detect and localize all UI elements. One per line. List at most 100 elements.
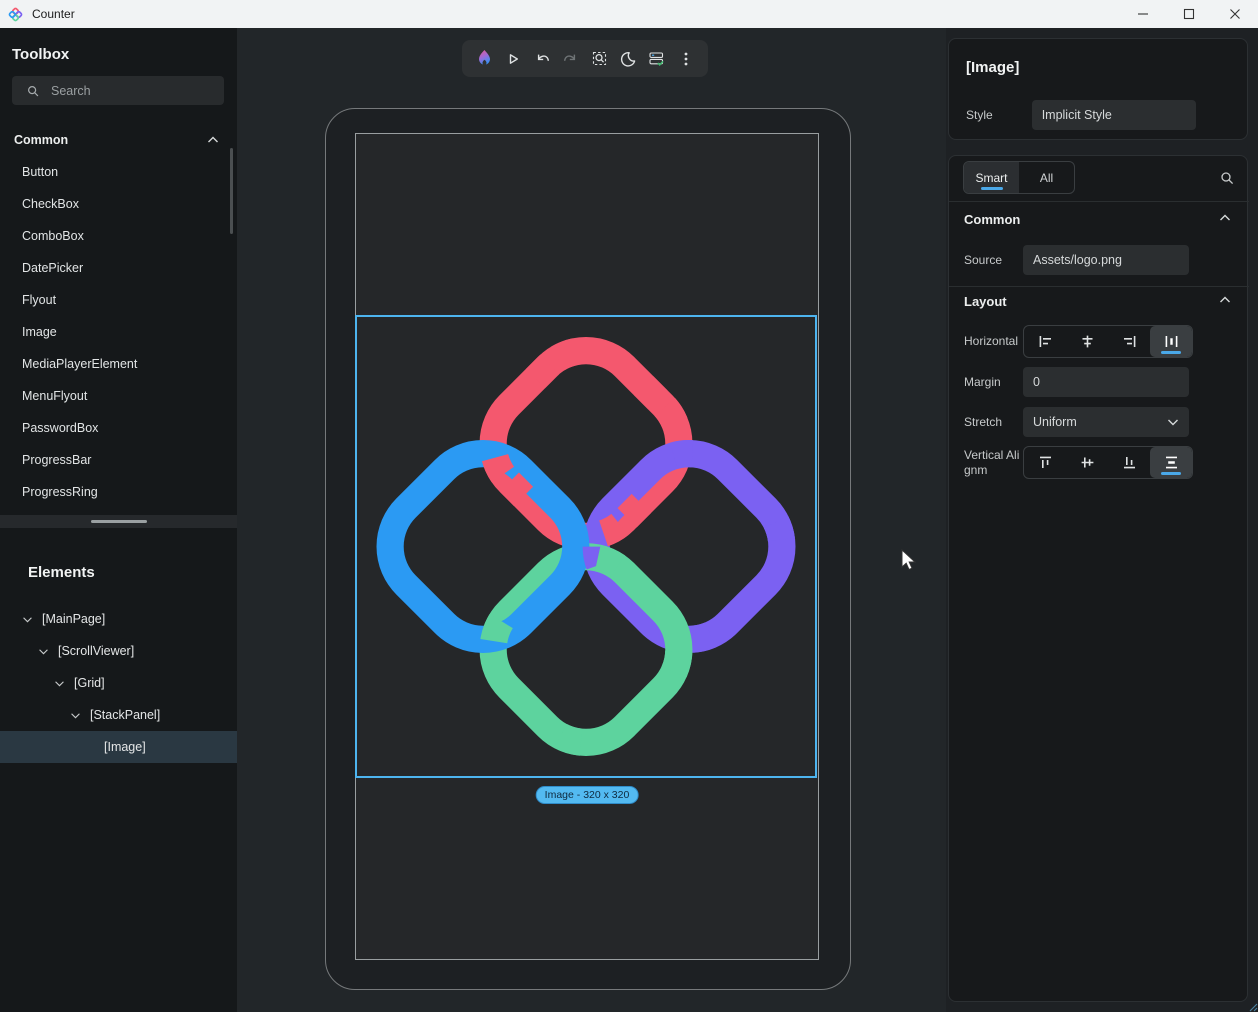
redo-icon[interactable] bbox=[559, 47, 583, 71]
resize-grip-icon[interactable] bbox=[1246, 1000, 1258, 1012]
source-field[interactable]: Assets/logo.png bbox=[1023, 245, 1189, 275]
maximize-button[interactable] bbox=[1166, 0, 1212, 28]
tree-item-stackpanel[interactable]: [StackPanel] bbox=[0, 699, 237, 731]
chevron-down-icon[interactable] bbox=[70, 712, 81, 719]
margin-field[interactable]: 0 bbox=[1023, 367, 1189, 397]
vertical-alignment-row: Vertical Alignm bbox=[964, 446, 1234, 479]
toolbox-item-list: Button CheckBox ComboBox DatePicker Flyo… bbox=[0, 156, 237, 508]
image-selection-box[interactable] bbox=[355, 315, 817, 778]
align-center-vertical-icon bbox=[1079, 454, 1096, 471]
chevron-down-icon[interactable] bbox=[22, 616, 33, 623]
toolbox-item-datepicker[interactable]: DatePicker bbox=[0, 252, 237, 284]
undo-icon[interactable] bbox=[530, 47, 554, 71]
tree-item-grid[interactable]: [Grid] bbox=[0, 667, 237, 699]
tab-all[interactable]: All bbox=[1019, 162, 1074, 193]
source-row: Source Assets/logo.png bbox=[964, 245, 1234, 275]
layout-section-header[interactable]: Layout bbox=[964, 294, 1007, 309]
device-screen[interactable]: Image - 320 x 320 bbox=[355, 133, 819, 960]
vertical-alignment-control bbox=[1023, 446, 1193, 479]
tree-item-scrollviewer[interactable]: [ScrollViewer] bbox=[0, 635, 237, 667]
tab-smart[interactable]: Smart bbox=[964, 162, 1019, 193]
align-right-button[interactable] bbox=[1108, 326, 1150, 357]
theme-moon-icon[interactable] bbox=[616, 47, 640, 71]
close-button[interactable] bbox=[1212, 0, 1258, 28]
toolbox-item-checkbox[interactable]: CheckBox bbox=[0, 188, 237, 220]
toolbox-item-menuflyout[interactable]: MenuFlyout bbox=[0, 380, 237, 412]
properties-search-icon[interactable] bbox=[1219, 170, 1235, 186]
align-left-button[interactable] bbox=[1024, 326, 1066, 357]
align-bottom-icon bbox=[1121, 454, 1138, 471]
toolbox-section-common[interactable]: Common bbox=[0, 126, 237, 154]
device-frame: Image - 320 x 320 bbox=[325, 108, 851, 990]
stretch-horizontal-button[interactable] bbox=[1150, 326, 1192, 357]
vertical-alignment-label: Vertical Alignm bbox=[964, 448, 1023, 478]
properties-panel: [Image] Style Implicit Style Smart All bbox=[946, 28, 1258, 1012]
window-title: Counter bbox=[32, 7, 75, 21]
mouse-cursor bbox=[898, 548, 920, 572]
align-bottom-button[interactable] bbox=[1108, 447, 1150, 478]
search-icon bbox=[26, 84, 40, 98]
elements-panel: Elements [MainPage] [ScrollViewer] [Grid… bbox=[0, 528, 237, 1012]
toolbox-item-passwordbox[interactable]: PasswordBox bbox=[0, 412, 237, 444]
tree-item-mainpage[interactable]: [MainPage] bbox=[0, 603, 237, 635]
properties-tab-control: Smart All bbox=[963, 161, 1075, 194]
zoom-selection-icon[interactable] bbox=[587, 47, 611, 71]
selected-indicator bbox=[1161, 351, 1181, 354]
align-top-icon bbox=[1037, 454, 1054, 471]
selected-element-title: [Image] bbox=[966, 59, 1019, 76]
style-field[interactable]: Implicit Style bbox=[1032, 100, 1196, 130]
tree-item-image-selected[interactable]: [Image] bbox=[0, 731, 237, 763]
stretch-row: Stretch Uniform bbox=[964, 407, 1234, 437]
toolbox-panel: Toolbox Common Button CheckBox ComboBox … bbox=[0, 28, 237, 515]
toolbox-title: Toolbox bbox=[12, 46, 69, 63]
chevron-down-icon[interactable] bbox=[38, 648, 49, 655]
chevron-down-icon bbox=[1167, 418, 1179, 426]
toolbox-search-input[interactable] bbox=[51, 84, 201, 98]
common-section-header[interactable]: Common bbox=[964, 212, 1020, 227]
elements-title: Elements bbox=[28, 564, 95, 581]
style-label: Style bbox=[966, 108, 993, 122]
design-checklist-icon[interactable] bbox=[645, 47, 669, 71]
design-canvas[interactable]: Image - 320 x 320 bbox=[237, 28, 946, 1012]
stretch-label: Stretch bbox=[964, 415, 1023, 430]
align-center-horizontal-icon bbox=[1079, 333, 1096, 350]
properties-card: Smart All Common Source bbox=[948, 155, 1248, 1002]
uno-logo-image bbox=[357, 317, 815, 776]
more-options-icon[interactable] bbox=[674, 47, 698, 71]
toolbox-search[interactable] bbox=[12, 76, 224, 105]
align-top-button[interactable] bbox=[1024, 447, 1066, 478]
selected-element-card: [Image] Style Implicit Style bbox=[948, 38, 1248, 140]
app-window: Counter Toolbox Commo bbox=[0, 0, 1258, 1012]
minimize-button[interactable] bbox=[1120, 0, 1166, 28]
hot-reload-flame-icon[interactable] bbox=[472, 47, 496, 71]
toolbox-item-progressbar[interactable]: ProgressBar bbox=[0, 444, 237, 476]
play-icon[interactable] bbox=[501, 47, 525, 71]
horizontal-alignment-row: Horizontal bbox=[964, 325, 1234, 358]
align-center-horizontal-button[interactable] bbox=[1066, 326, 1108, 357]
chevron-down-icon[interactable] bbox=[54, 680, 65, 687]
stretch-vertical-button[interactable] bbox=[1150, 447, 1192, 478]
toolbox-item-mediaplayerelement[interactable]: MediaPlayerElement bbox=[0, 348, 237, 380]
toolbox-item-progressring[interactable]: ProgressRing bbox=[0, 476, 237, 508]
toolbox-item-button[interactable]: Button bbox=[0, 156, 237, 188]
toolbox-item-image[interactable]: Image bbox=[0, 316, 237, 348]
toolbox-item-flyout[interactable]: Flyout bbox=[0, 284, 237, 316]
selected-indicator bbox=[1161, 472, 1181, 475]
margin-row: Margin 0 bbox=[964, 367, 1234, 397]
align-right-icon bbox=[1121, 333, 1138, 350]
horizontal-alignment-label: Horizontal bbox=[964, 334, 1023, 349]
left-sidebar: Toolbox Common Button CheckBox ComboBox … bbox=[0, 28, 237, 1012]
stretch-horizontal-icon bbox=[1163, 333, 1180, 350]
splitter-grip-icon bbox=[91, 520, 147, 523]
horizontal-alignment-control bbox=[1023, 325, 1193, 358]
stretch-dropdown[interactable]: Uniform bbox=[1023, 407, 1189, 437]
toolbox-scrollbar-thumb[interactable] bbox=[230, 148, 233, 234]
elements-tree: [MainPage] [ScrollViewer] [Grid] [StackP… bbox=[0, 603, 237, 763]
chevron-up-icon[interactable] bbox=[1219, 214, 1231, 222]
panel-splitter[interactable] bbox=[0, 515, 237, 528]
align-center-vertical-button[interactable] bbox=[1066, 447, 1108, 478]
selection-size-badge: Image - 320 x 320 bbox=[536, 786, 639, 804]
chevron-up-icon[interactable] bbox=[1219, 296, 1231, 304]
chevron-up-icon bbox=[207, 136, 219, 144]
toolbox-item-combobox[interactable]: ComboBox bbox=[0, 220, 237, 252]
